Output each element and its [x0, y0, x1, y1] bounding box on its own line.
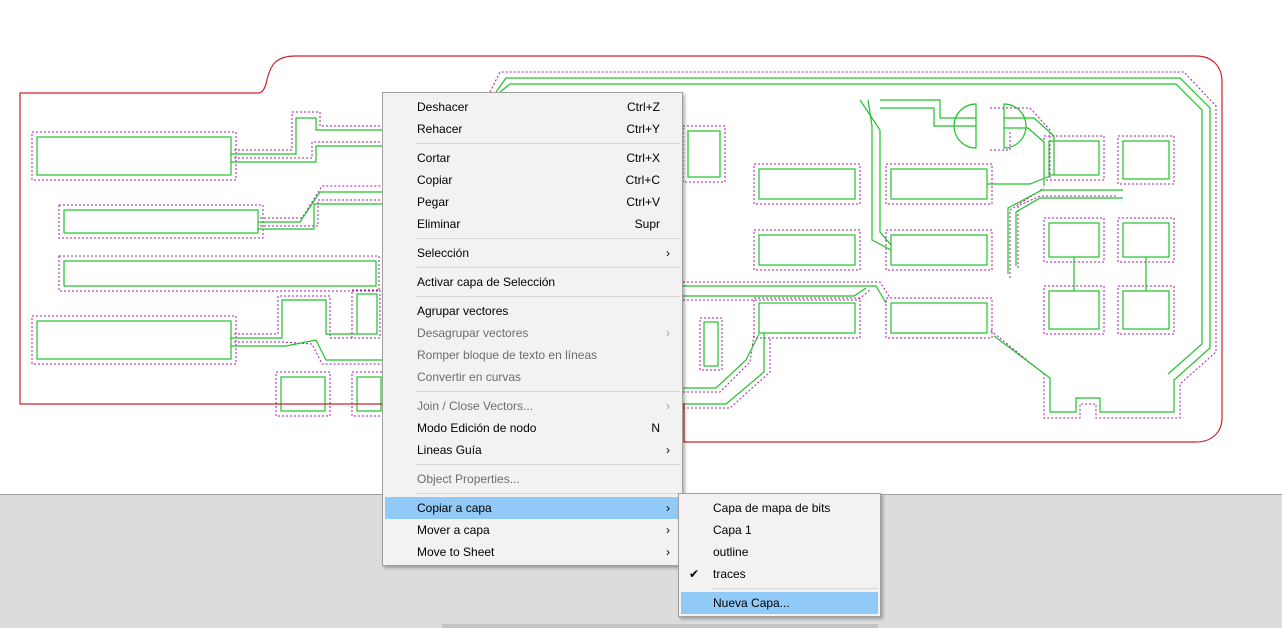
submenu-item-bitmap-layer[interactable]: Capa de mapa de bits: [681, 497, 878, 519]
menu-item-move-to-sheet[interactable]: Move to Sheet ›: [385, 541, 680, 563]
menu-item-label: Eliminar: [417, 217, 461, 231]
chevron-right-icon: ›: [666, 545, 670, 559]
menu-item-label: Convertir en curvas: [417, 370, 522, 384]
menu-item-join-close-vectors: Join / Close Vectors... ›: [385, 395, 680, 417]
menu-separator: [415, 493, 680, 494]
context-menu: Deshacer Ctrl+Z Rehacer Ctrl+Y Cortar Ct…: [382, 92, 683, 566]
menu-item-label: Agrupar vectores: [417, 304, 509, 318]
menu-item-label: Lineas Guía: [417, 443, 482, 457]
menu-item-label: Join / Close Vectors...: [417, 399, 534, 413]
submenu-item-new-layer[interactable]: Nueva Capa...: [681, 592, 878, 614]
menu-separator: [415, 267, 680, 268]
submenu-item-label: outline: [713, 545, 749, 559]
menu-item-object-properties: Object Properties...: [385, 468, 680, 490]
menu-item-label: Mover a capa: [417, 523, 490, 537]
menu-item-shortcut: Ctrl+V: [626, 195, 660, 209]
menu-separator: [415, 296, 680, 297]
menu-item-shortcut: Supr: [634, 217, 660, 231]
menu-item-shortcut: Ctrl+Y: [626, 122, 660, 136]
menu-item-label: Desagrupar vectores: [417, 326, 529, 340]
submenu-item-traces[interactable]: ✔ traces: [681, 563, 878, 585]
menu-item-guide-lines[interactable]: Lineas Guía ›: [385, 439, 680, 461]
layer-submenu: Capa de mapa de bits Capa 1 outline ✔ tr…: [678, 493, 881, 617]
menu-separator: [415, 238, 680, 239]
menu-item-paste[interactable]: Pegar Ctrl+V: [385, 191, 680, 213]
menu-item-node-edit-mode[interactable]: Modo Edición de nodo N: [385, 417, 680, 439]
menu-item-label: Deshacer: [417, 100, 469, 114]
menu-item-label: Rehacer: [417, 122, 463, 136]
menu-item-undo[interactable]: Deshacer Ctrl+Z: [385, 96, 680, 118]
menu-separator: [711, 588, 878, 589]
submenu-item-outline[interactable]: outline: [681, 541, 878, 563]
menu-item-shortcut: Ctrl+C: [625, 173, 660, 187]
submenu-item-label: Capa de mapa de bits: [713, 501, 831, 515]
menu-item-cut[interactable]: Cortar Ctrl+X: [385, 147, 680, 169]
submenu-item-label: traces: [713, 567, 746, 581]
submenu-item-layer-1[interactable]: Capa 1: [681, 519, 878, 541]
menu-item-label: Pegar: [417, 195, 450, 209]
menu-item-label: Activar capa de Selección: [417, 275, 556, 289]
chevron-right-icon: ›: [666, 246, 670, 260]
menu-item-label: Cortar: [417, 151, 451, 165]
menu-item-label: Copiar a capa: [417, 501, 492, 515]
menu-item-label: Move to Sheet: [417, 545, 495, 559]
menu-item-label: Copiar: [417, 173, 453, 187]
menu-item-shortcut: Ctrl+X: [626, 151, 660, 165]
menu-item-selection[interactable]: Selección ›: [385, 242, 680, 264]
menu-item-copy[interactable]: Copiar Ctrl+C: [385, 169, 680, 191]
menu-item-shortcut: Ctrl+Z: [627, 100, 660, 114]
menu-item-move-to-layer[interactable]: Mover a capa ›: [385, 519, 680, 541]
menu-item-group-vectors[interactable]: Agrupar vectores: [385, 300, 680, 322]
menu-item-shortcut: N: [651, 421, 660, 435]
menu-separator: [415, 143, 680, 144]
submenu-item-label: Nueva Capa...: [713, 596, 790, 610]
menu-item-copy-to-layer[interactable]: Copiar a capa ›: [385, 497, 680, 519]
chevron-right-icon: ›: [666, 523, 670, 537]
menu-separator: [415, 391, 680, 392]
submenu-item-label: Capa 1: [713, 523, 752, 537]
menu-item-ungroup-vectors: Desagrupar vectores ›: [385, 322, 680, 344]
chevron-right-icon: ›: [666, 399, 670, 413]
menu-item-label: Object Properties...: [417, 472, 520, 486]
menu-item-delete[interactable]: Eliminar Supr: [385, 213, 680, 235]
chevron-right-icon: ›: [666, 326, 670, 340]
menu-item-label: Romper bloque de texto en líneas: [417, 348, 598, 362]
menu-item-activate-selection-layer[interactable]: Activar capa de Selección: [385, 271, 680, 293]
chevron-right-icon: ›: [666, 443, 670, 457]
horizontal-scrollbar[interactable]: [442, 624, 878, 628]
menu-item-redo[interactable]: Rehacer Ctrl+Y: [385, 118, 680, 140]
menu-item-label: Modo Edición de nodo: [417, 421, 537, 435]
menu-item-convert-curves: Convertir en curvas: [385, 366, 680, 388]
menu-item-break-text: Romper bloque de texto en líneas: [385, 344, 680, 366]
menu-item-label: Selección: [417, 246, 470, 260]
chevron-right-icon: ›: [666, 501, 670, 515]
check-icon: ✔: [689, 567, 700, 581]
menu-separator: [415, 464, 680, 465]
